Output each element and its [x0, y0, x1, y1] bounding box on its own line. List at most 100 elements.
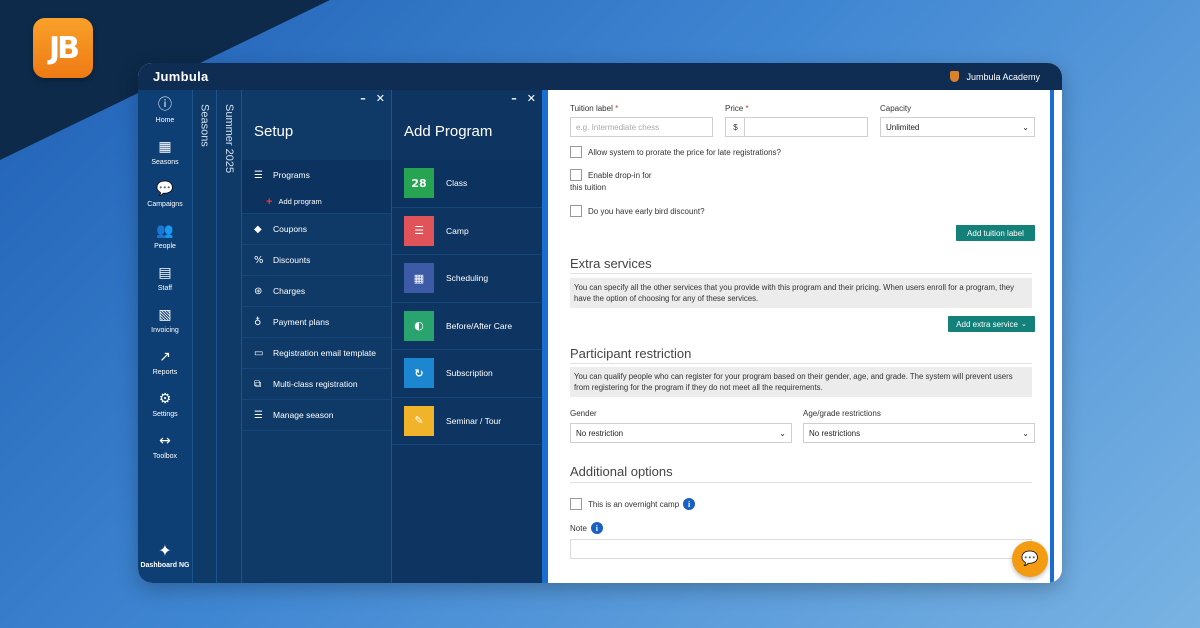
nav-dashboard-ng-label: Dashboard NG [140, 562, 190, 569]
setup-item-label: Payment plans [273, 317, 330, 327]
capacity-value: Unlimited [886, 122, 920, 132]
list-icon: ☰ [254, 169, 263, 181]
nav-staff[interactable]: ▤ Staff [138, 258, 192, 300]
tag-icon: ◆ [254, 223, 262, 235]
prorate-checkbox[interactable] [570, 146, 582, 158]
add-tuition-label-button[interactable]: Add tuition label [956, 225, 1035, 241]
early-bird-checkbox-row[interactable]: Do you have early bird discount? [570, 205, 705, 217]
setup-item-discounts[interactable]: % Discounts [242, 245, 391, 276]
gender-caption: Gender [570, 409, 597, 418]
info-icon[interactable]: i [683, 498, 696, 510]
nav-seasons[interactable]: ▦ Seasons [138, 132, 192, 174]
age-grade-select[interactable]: No restrictions ⌄ [803, 423, 1035, 443]
close-icon[interactable]: ✕ [376, 92, 385, 105]
extra-services-info: You can specify all the other services t… [570, 278, 1032, 308]
note-input[interactable] [570, 539, 1032, 559]
overnight-checkbox-row[interactable]: This is an overnight camp i [570, 498, 696, 510]
tuition-label-input[interactable]: e.g. Intermediate chess [570, 117, 713, 137]
nav-label: Settings [152, 411, 178, 418]
capacity-caption: Capacity [880, 104, 912, 113]
nav-toolbox[interactable]: ↔ Toolbox [138, 426, 192, 468]
program-type-label: Before/After Care [446, 320, 513, 331]
money-bag-icon: ♁ [254, 316, 262, 328]
icon-sidebar: ⓘ Home ▦ Seasons 💬 Campaigns 👥 People ▤ Staff ▧ Inv… [138, 90, 192, 583]
add-program-link[interactable]: + Add program [242, 190, 391, 214]
setup-item-programs[interactable]: ☰ Programs [242, 160, 391, 190]
setup-item-charges[interactable]: ⊛ Charges [242, 276, 391, 307]
minimize-icon[interactable]: – [511, 92, 517, 105]
setup-item-label: Programs [273, 170, 310, 180]
setup-item-coupons[interactable]: ◆ Coupons [242, 214, 391, 245]
subscription-icon: ↻ [404, 358, 434, 389]
chevron-down-icon: ⌄ [1020, 320, 1027, 328]
tab-seasons-label: Seasons [198, 104, 211, 147]
prorate-label: Allow system to prorate the price for la… [588, 148, 781, 157]
participant-restriction-title: Participant restriction [570, 346, 692, 361]
price-caption: Price * [725, 104, 749, 113]
prorate-checkbox-row[interactable]: Allow system to prorate the price for la… [570, 146, 781, 158]
add-program-panel: – ✕ Add Program 28 Class ☰ Camp ▦ Scheduling ◐… [391, 90, 542, 583]
app-brand[interactable]: Jumbula [153, 69, 209, 84]
nav-home[interactable]: ⓘ Home [138, 90, 192, 132]
extra-services-title: Extra services [570, 256, 652, 271]
add-extra-service-button[interactable]: Add extra service ⌄ [948, 316, 1035, 332]
calendar-icon: ▦ [158, 139, 172, 155]
scrollbar[interactable] [1050, 90, 1054, 583]
setup-item-manage-season[interactable]: ☰ Manage season [242, 400, 391, 431]
participant-restriction-info: You can qualify people who can register … [570, 367, 1032, 397]
gender-value: No restriction [576, 428, 624, 438]
academy-switcher[interactable]: Jumbula Academy [950, 71, 1040, 82]
nav-campaigns[interactable]: 💬 Campaigns [138, 174, 192, 216]
program-type-label: Scheduling [446, 273, 489, 284]
program-type-scheduling[interactable]: ▦ Scheduling [392, 255, 542, 303]
capacity-select[interactable]: Unlimited ⌄ [880, 117, 1035, 137]
jb-logo: JB [33, 18, 93, 78]
care-icon: ◐ [404, 310, 434, 341]
currency-prefix: $ [725, 117, 745, 137]
list-icon: ☰ [254, 409, 263, 421]
schedule-icon: ▦ [404, 263, 434, 294]
magic-wand-icon: ✦ [158, 541, 172, 560]
info-icon[interactable]: i [590, 522, 603, 534]
setup-item-label: Coupons [273, 224, 308, 234]
tab-season-summer-2025[interactable]: Summer 2025 [216, 90, 241, 583]
multi-class-icon: ⧉ [254, 378, 262, 390]
program-type-camp[interactable]: ☰ Camp [392, 208, 542, 255]
minimize-icon[interactable]: – [360, 92, 366, 105]
overnight-checkbox[interactable] [570, 498, 582, 510]
academy-name: Jumbula Academy [966, 71, 1040, 82]
program-type-seminar-tour[interactable]: ✎ Seminar / Tour [392, 398, 542, 445]
tab-seasons[interactable]: Seasons [192, 90, 216, 583]
gender-select[interactable]: No restriction ⌄ [570, 423, 792, 443]
nav-label: Seasons [151, 159, 179, 166]
nav-people[interactable]: 👥 People [138, 216, 192, 258]
program-type-subscription[interactable]: ↻ Subscription [392, 350, 542, 398]
dropin-checkbox-row[interactable]: Enable drop-in for [570, 169, 652, 181]
camp-list-icon: ☰ [404, 215, 434, 246]
nav-label: Campaigns [147, 201, 183, 208]
program-type-before-after-care[interactable]: ◐ Before/After Care [392, 303, 542, 350]
dropin-checkbox[interactable] [570, 169, 582, 181]
setup-item-payment-plans[interactable]: ♁ Payment plans [242, 307, 391, 338]
app-window: Jumbula Jumbula Academy ⓘ Home ▦ Seasons 💬 Ca… [138, 63, 1062, 583]
nav-dashboard-ng[interactable]: ✦ Dashboard NG [138, 541, 192, 569]
price-input[interactable] [744, 117, 868, 137]
nav-reports[interactable]: ↗ Reports [138, 342, 192, 384]
setup-item-label: Charges [273, 286, 306, 296]
nav-label: People [154, 243, 176, 250]
setup-item-registration-email-template[interactable]: ▭ Registration email template [242, 338, 391, 369]
chevron-down-icon: ⌄ [1022, 122, 1029, 132]
close-icon[interactable]: ✕ [527, 92, 536, 105]
nav-invoicing[interactable]: ▧ Invoicing [138, 300, 192, 342]
setup-item-multi-class-registration[interactable]: ⧉ Multi-class registration [242, 369, 391, 400]
program-type-class[interactable]: 28 Class [392, 160, 542, 208]
early-bird-label: Do you have early bird discount? [588, 207, 705, 216]
chat-button[interactable]: 💬 [1012, 541, 1048, 577]
note-caption: Note i [570, 522, 603, 534]
add-extra-service-label: Add extra service [956, 319, 1018, 329]
staff-badge-icon: ▤ [158, 265, 172, 281]
early-bird-checkbox[interactable] [570, 205, 582, 217]
program-type-label: Camp [446, 225, 469, 236]
nav-label: Home [155, 117, 175, 124]
nav-settings[interactable]: ⚙ Settings [138, 384, 192, 426]
